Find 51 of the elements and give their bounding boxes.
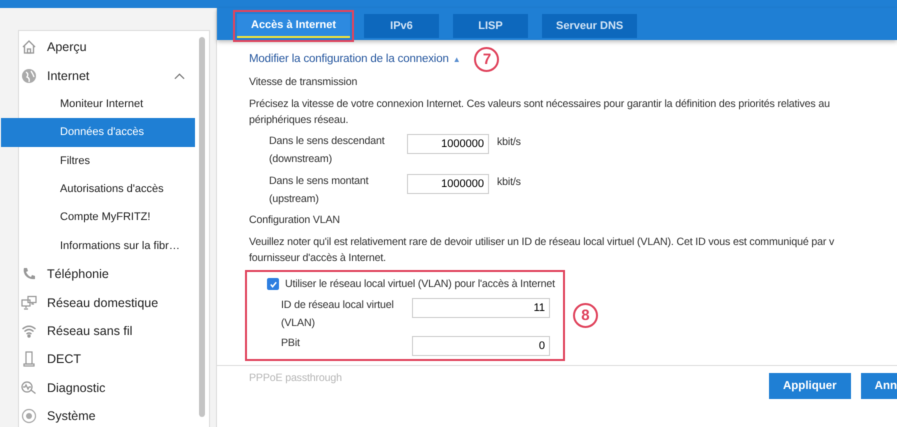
dect-icon — [21, 351, 37, 368]
sidebar-item[interactable]: Réseau sans fil — [1, 316, 209, 346]
description-text: fournisseur d'accès à Internet. — [249, 251, 387, 266]
sidebar-item[interactable]: Système — [1, 402, 209, 427]
field-label: Dans le sens descendant (downstream) — [268, 134, 386, 167]
field-label: Dans le sens montant (upstream) — [268, 174, 370, 207]
globe-icon — [21, 68, 37, 84]
sidebar-item[interactable]: Aperçu — [1, 33, 209, 62]
caret-icon[interactable] — [174, 72, 185, 80]
wifi-icon — [21, 323, 37, 340]
field-label: PBit — [280, 336, 301, 351]
action-button[interactable]: Appliquer — [768, 373, 851, 399]
diagnostic-icon — [21, 380, 37, 396]
description-text: périphériques réseau. — [249, 113, 350, 128]
home-icon — [21, 39, 37, 56]
description-text: Précisez la vitesse de votre connexion Internet. Ces valeurs sont nécessaires pour garantir la définition des priorités relatives au — [249, 97, 831, 112]
annotation-number: 8 — [572, 303, 598, 328]
connection-settings-link[interactable]: Modifier la configuration de la connexion — [249, 53, 449, 65]
sidebar-subitem[interactable]: Informations sur la fibr… — [19, 232, 194, 260]
tab[interactable]: LISP — [452, 14, 528, 38]
network-icon — [21, 294, 37, 311]
speed-input[interactable]: 1000000 — [407, 134, 489, 154]
sidebar-subitem[interactable]: Données d'accès — [1, 118, 195, 147]
system-icon — [21, 408, 37, 424]
tab[interactable]: Accès à Internet — [237, 14, 350, 38]
action-button[interactable]: Ann — [860, 373, 897, 399]
sidebar-item[interactable]: Diagnostic — [1, 374, 209, 402]
vlan-input[interactable]: 0 — [412, 336, 550, 356]
description-text: Veuillez noter qu'il est relativement rare de devoir utiliser un ID de réseau local virtuel (VLAN). Cet ID vous est communiqué par v — [249, 235, 836, 250]
sidebar-item[interactable]: Réseau domestique — [1, 288, 209, 317]
sidebar-subitem[interactable]: Filtres — [19, 146, 194, 175]
field-label: ID de réseau local virtuel (VLAN) — [280, 298, 395, 331]
section-heading: PPPoE passthrough — [249, 372, 342, 384]
sidebar-item[interactable]: Internet — [1, 61, 209, 90]
tab[interactable]: Serveur DNS — [542, 14, 638, 38]
checkbox-label: Utiliser le réseau local virtuel (VLAN) pour l'accès à Internet — [285, 278, 555, 290]
annotation-number: 7 — [474, 46, 500, 72]
sidebar-item[interactable]: Téléphonie — [1, 260, 209, 289]
sidebar-item[interactable]: DECT — [1, 345, 209, 374]
scrollbar[interactable] — [199, 37, 205, 417]
sidebar-subitem[interactable]: Compte MyFRITZ! — [19, 203, 194, 232]
vlan-input[interactable]: 11 — [412, 298, 550, 318]
section-heading: Configuration VLAN — [249, 213, 341, 228]
sidebar-subitem[interactable]: Moniteur Internet — [19, 90, 194, 118]
sidebar-subitem[interactable]: Autorisations d'accès — [19, 174, 194, 204]
speed-input[interactable]: 1000000 — [407, 174, 489, 194]
section-heading: Vitesse de transmission — [249, 75, 358, 90]
unit-label: kbit/s — [497, 176, 521, 188]
tab[interactable]: IPv6 — [364, 14, 439, 38]
unit-label: kbit/s — [497, 136, 521, 148]
checkbox[interactable] — [267, 278, 279, 290]
